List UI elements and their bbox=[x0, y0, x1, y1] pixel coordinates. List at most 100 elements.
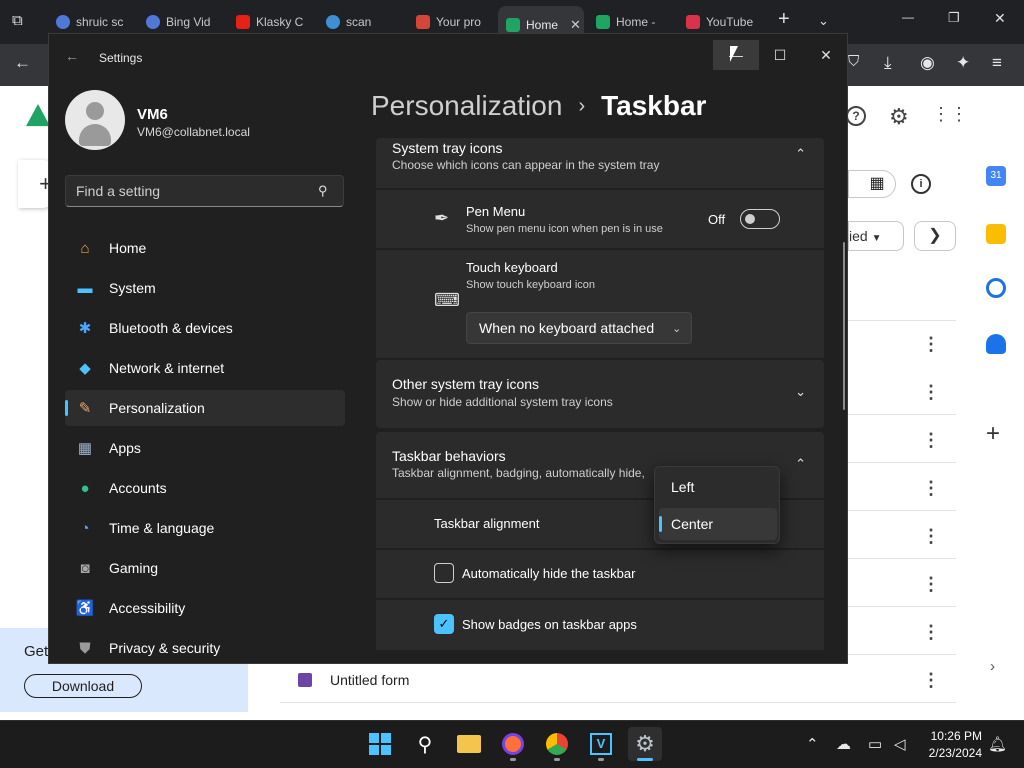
vm-app-icon[interactable]: V bbox=[584, 727, 618, 761]
keep-icon[interactable] bbox=[986, 224, 1006, 244]
file-explorer-icon[interactable] bbox=[452, 727, 486, 761]
breadcrumb-parent[interactable]: Personalization bbox=[371, 90, 562, 122]
clock-date[interactable]: 2/23/2024 bbox=[920, 746, 982, 760]
tab-label: Bing Vid bbox=[166, 15, 211, 29]
tasks-icon[interactable] bbox=[986, 278, 1006, 298]
chevron-down-icon[interactable]: ⌄ bbox=[795, 384, 806, 400]
nav-item-apps[interactable]: ▦ Apps bbox=[65, 430, 345, 466]
pen-menu-desc: Show pen menu icon when pen is in use bbox=[466, 223, 663, 235]
chrome-icon[interactable] bbox=[540, 727, 574, 761]
badges-checkbox[interactable]: ✓ bbox=[434, 614, 454, 634]
active-indicator bbox=[637, 758, 653, 761]
other-tray-card[interactable]: Other system tray icons Show or hide add… bbox=[376, 360, 824, 428]
settings-gear-icon[interactable]: ⚙ bbox=[889, 104, 909, 130]
onedrive-icon[interactable]: ☁ bbox=[836, 735, 851, 753]
firefox-icon[interactable] bbox=[496, 727, 530, 761]
alignment-option-left[interactable]: Left bbox=[659, 471, 777, 503]
help-icon[interactable]: ? bbox=[846, 106, 866, 126]
accessibility-icon: ♿ bbox=[75, 600, 95, 617]
touch-keyboard-dropdown[interactable]: When no keyboard attached ⌄ bbox=[466, 312, 692, 344]
browser-minimize-button[interactable]: — bbox=[902, 10, 914, 24]
row-more-icon[interactable]: ⋮ bbox=[922, 622, 940, 643]
download-button[interactable]: Download bbox=[24, 674, 142, 698]
find-setting-input[interactable] bbox=[65, 175, 344, 207]
row-more-icon[interactable]: ⋮ bbox=[922, 574, 940, 595]
accounts-icon: ● bbox=[80, 479, 90, 497]
nav-label: Privacy & security bbox=[109, 640, 221, 656]
new-tab-button[interactable]: + bbox=[778, 8, 790, 31]
row-more-icon[interactable]: ⋮ bbox=[922, 430, 940, 451]
row-more-icon[interactable]: ⋮ bbox=[922, 478, 940, 499]
modified-filter-chip[interactable]: ied ▼ bbox=[848, 221, 904, 251]
alignment-option-center[interactable]: Center bbox=[659, 508, 777, 540]
nav-item-gaming[interactable]: ◙ Gaming bbox=[65, 550, 345, 586]
browser-tab-1[interactable]: shruic sc bbox=[56, 8, 124, 36]
account-icon[interactable]: ◉ bbox=[920, 53, 935, 73]
browser-maximize-button[interactable]: ❐ bbox=[948, 10, 960, 26]
apps-grid-icon[interactable]: ⋮⋮ bbox=[932, 104, 968, 125]
row-more-icon[interactable]: ⋮ bbox=[922, 382, 940, 403]
nav-item-network[interactable]: ◆ Network & internet bbox=[65, 350, 345, 386]
chevron-up-icon[interactable]: ⌃ bbox=[795, 456, 806, 472]
content-scrollbar[interactable] bbox=[843, 242, 845, 410]
get-addons-icon[interactable]: + bbox=[986, 420, 1000, 448]
start-button[interactable] bbox=[363, 727, 397, 761]
show-side-panel-icon[interactable]: › bbox=[990, 658, 995, 675]
tab-list-chevron-icon[interactable]: ⌄ bbox=[818, 13, 829, 29]
nav-item-accounts[interactable]: ● Accounts bbox=[65, 470, 345, 506]
dropdown-value: When no keyboard attached bbox=[479, 320, 655, 336]
file-name: Untitled form bbox=[330, 672, 410, 688]
system-tray-card-header[interactable]: System tray icons Choose which icons can… bbox=[376, 138, 824, 188]
chevron-up-icon[interactable]: ⌃ bbox=[795, 146, 806, 162]
card-desc: Show or hide additional system tray icon… bbox=[392, 395, 613, 409]
nav-item-privacy[interactable]: ⛊ Privacy & security bbox=[65, 630, 345, 663]
grid-view-icon[interactable]: ▦ bbox=[848, 170, 896, 198]
nav-item-bluetooth[interactable]: ✱ Bluetooth & devices bbox=[65, 310, 345, 346]
nav-item-time-language[interactable]: ◔ Time & language bbox=[65, 510, 345, 546]
contacts-icon[interactable] bbox=[986, 334, 1006, 354]
scroll-right-button[interactable]: ❯ bbox=[914, 221, 956, 251]
settings-back-icon[interactable]: ← bbox=[65, 48, 79, 64]
running-indicator bbox=[554, 758, 560, 761]
tab-search-icon[interactable]: ⧉ bbox=[12, 12, 23, 29]
youtube-download-favicon-icon bbox=[686, 15, 700, 29]
window-title: Settings bbox=[99, 51, 143, 65]
touch-keyboard-title: Touch keyboard bbox=[466, 260, 558, 275]
nav-item-home[interactable]: ⌂ Home bbox=[65, 230, 345, 266]
browser-tab-3[interactable]: Klasky C bbox=[236, 8, 304, 36]
row-more-icon[interactable]: ⋮ bbox=[922, 670, 940, 691]
pen-menu-toggle[interactable] bbox=[740, 209, 780, 229]
tab-label: Home - bbox=[616, 15, 656, 29]
download-icon[interactable]: ⤓ bbox=[884, 53, 892, 73]
browser-tab-4[interactable]: scan bbox=[326, 8, 396, 36]
clock-time[interactable]: 10:26 PM bbox=[920, 729, 982, 743]
show-hidden-icons-chevron-icon[interactable]: ⌃ bbox=[806, 735, 819, 753]
volume-icon[interactable]: ◁ bbox=[894, 735, 906, 753]
settings-maximize-button[interactable]: ☐ bbox=[757, 40, 803, 70]
calendar-icon[interactable]: 31 bbox=[986, 166, 1006, 186]
browser-tab-7[interactable]: Home - bbox=[596, 8, 666, 36]
row-more-icon[interactable]: ⋮ bbox=[922, 526, 940, 547]
settings-close-button[interactable]: ✕ bbox=[803, 40, 847, 70]
file-row[interactable]: Untitled form bbox=[298, 672, 409, 688]
nav-item-personalization[interactable]: ✎ Personalization bbox=[65, 390, 345, 426]
browser-tab-8[interactable]: YouTube bbox=[686, 8, 756, 36]
nav-item-system[interactable]: ▬ System bbox=[65, 270, 345, 306]
notifications-bell-icon[interactable]: 🔔︎ bbox=[988, 735, 1007, 753]
browser-tab-5[interactable]: Your pro bbox=[416, 8, 484, 36]
nav-label: Bluetooth & devices bbox=[109, 320, 233, 336]
browser-tab-2[interactable]: Bing Vid bbox=[146, 8, 216, 36]
info-icon[interactable]: i bbox=[911, 174, 931, 194]
pocket-icon[interactable]: ⛉ bbox=[848, 53, 859, 70]
menu-icon[interactable]: ≡ bbox=[992, 53, 1002, 73]
back-arrow-icon[interactable]: ← bbox=[14, 53, 31, 73]
browser-close-button[interactable]: ✕ bbox=[994, 10, 1006, 27]
extensions-icon[interactable]: ✦ bbox=[956, 53, 970, 73]
settings-taskbar-icon[interactable]: ⚙ bbox=[628, 727, 662, 761]
network-tray-icon[interactable]: ▭ bbox=[868, 735, 882, 753]
nav-item-accessibility[interactable]: ♿ Accessibility bbox=[65, 590, 345, 626]
row-more-icon[interactable]: ⋮ bbox=[922, 334, 940, 355]
tab-close-icon[interactable]: ✕ bbox=[570, 17, 581, 33]
auto-hide-checkbox[interactable] bbox=[434, 563, 454, 583]
search-taskbar-icon[interactable]: ⚲ bbox=[408, 727, 442, 761]
